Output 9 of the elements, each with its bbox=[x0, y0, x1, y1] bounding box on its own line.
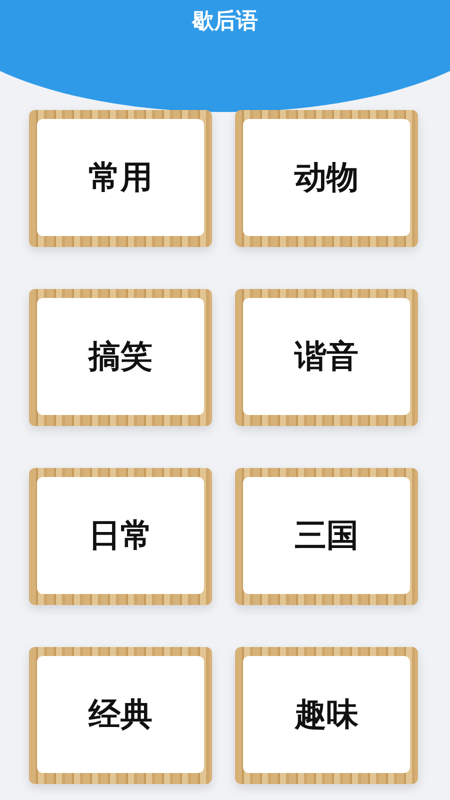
category-card[interactable]: 谐音 bbox=[235, 289, 418, 426]
category-card[interactable]: 经典 bbox=[29, 647, 212, 784]
category-card[interactable]: 搞笑 bbox=[29, 289, 212, 426]
app-title: 歇后语 bbox=[192, 8, 258, 36]
category-card[interactable]: 动物 bbox=[235, 110, 418, 247]
category-card[interactable]: 三国 bbox=[235, 468, 418, 605]
category-card[interactable]: 日常 bbox=[29, 468, 212, 605]
category-card[interactable]: 趣味 bbox=[235, 647, 418, 784]
category-card[interactable]: 常用 bbox=[29, 110, 212, 247]
